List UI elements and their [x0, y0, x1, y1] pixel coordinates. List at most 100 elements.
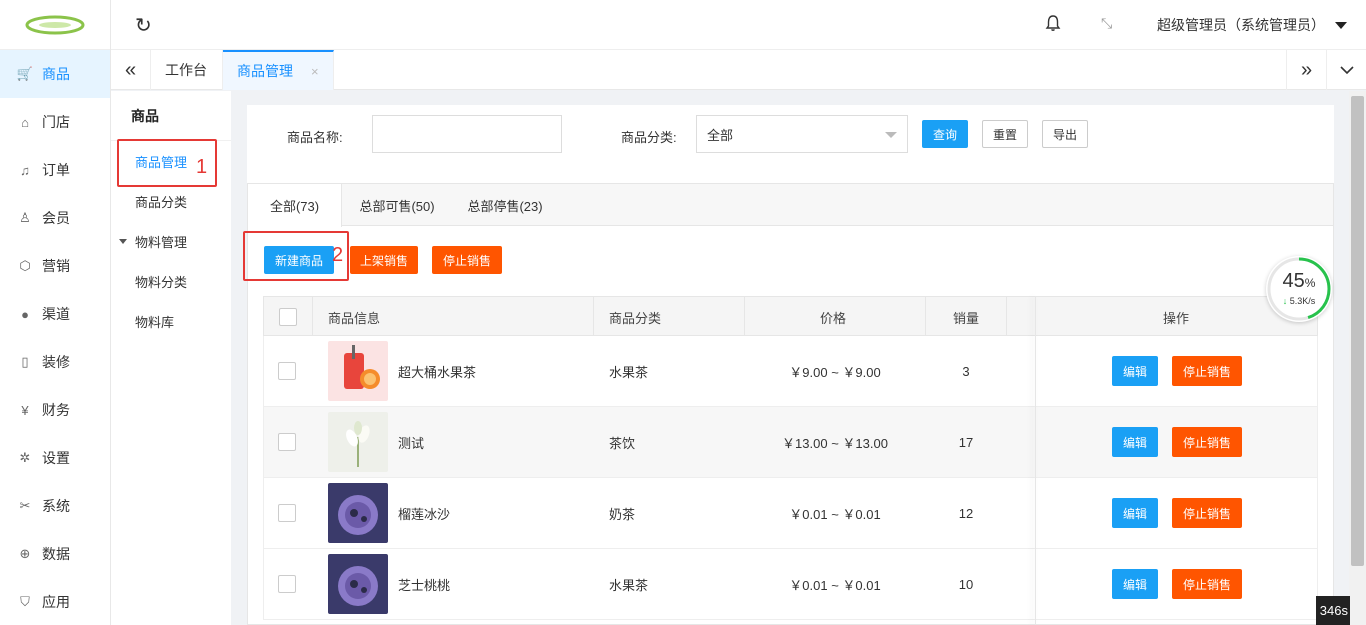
goods-price: ￥0.01 ~ ￥0.01: [789, 506, 881, 522]
goods-category: 水果茶: [609, 577, 649, 593]
rail-item-settings[interactable]: ✲ 设置: [0, 434, 110, 482]
close-icon[interactable]: ×: [311, 64, 319, 79]
goods-sales: 3: [962, 363, 970, 379]
tab-hq-stopped[interactable]: 总部停售(23): [452, 184, 558, 226]
refresh-icon[interactable]: ↻: [135, 13, 152, 38]
subnav-item-material-library[interactable]: 物料库: [111, 301, 231, 341]
tab-label: 工作台: [165, 62, 207, 78]
page-scrollbar-thumb[interactable]: [1351, 96, 1364, 566]
subnav-item-material-category[interactable]: 物料分类: [111, 261, 231, 301]
stop-sale-button[interactable]: 停止销售: [432, 246, 502, 274]
rail-item-finance[interactable]: ¥ 财务: [0, 386, 110, 434]
logo-icon: [25, 15, 85, 34]
fullscreen-icon[interactable]: ⤡: [1101, 15, 1112, 32]
stop-sale-row-button[interactable]: 停止销售: [1172, 498, 1242, 528]
goods-name: 超大桶水果茶: [398, 364, 477, 380]
edit-button[interactable]: 编辑: [1112, 427, 1158, 457]
tab-goods-management[interactable]: 商品管理 ×: [223, 50, 334, 90]
status-tabs: 全部(73) 总部可售(50) 总部停售(23): [248, 184, 1333, 227]
filter-bar: 商品名称: 商品分类: 全部 查询 重置 导出: [247, 105, 1334, 183]
tabs-scroll-left-icon[interactable]: «: [111, 50, 151, 90]
tab-label: 商品管理: [237, 63, 293, 79]
goods-price: ￥9.00 ~ ￥9.00: [789, 364, 881, 380]
stop-sale-row-button[interactable]: 停止销售: [1172, 569, 1242, 599]
rail-item-data[interactable]: ⊕ 数据: [0, 530, 110, 578]
rail-item-label: 应用: [42, 594, 70, 610]
row-checkbox[interactable]: [278, 478, 296, 548]
goods-sales: 12: [958, 505, 974, 521]
goods-sales: 10: [958, 576, 974, 592]
stop-sale-row-button[interactable]: 停止销售: [1172, 427, 1242, 457]
goods-name-label: 商品名称:: [287, 130, 343, 145]
rail-item-members[interactable]: ♙ 会员: [0, 194, 110, 242]
rail-item-label: 会员: [42, 210, 70, 226]
box-icon: ⬡: [19, 258, 31, 273]
reset-button[interactable]: 重置: [982, 120, 1028, 148]
goods-info[interactable]: 榴莲冰沙: [328, 478, 450, 548]
edit-button[interactable]: 编辑: [1112, 356, 1158, 386]
goods-info[interactable]: 超大桶水果茶: [328, 336, 476, 406]
select-all-checkbox[interactable]: [279, 297, 297, 337]
goods-panel: 全部(73) 总部可售(50) 总部停售(23) 新建商品 上架销售 停止销售 …: [247, 183, 1334, 625]
notification-bell-icon[interactable]: [1045, 14, 1061, 35]
header-ops: 操作: [1163, 310, 1190, 326]
cart-icon: 🛒: [16, 66, 34, 81]
rail-item-marketing[interactable]: ⬡ 营销: [0, 242, 110, 290]
edit-button[interactable]: 编辑: [1112, 569, 1158, 599]
row-checkbox[interactable]: [278, 407, 296, 477]
goods-category-select[interactable]: 全部: [696, 115, 908, 153]
network-speed-widget[interactable]: 45% ↓ 5.3K/s: [1266, 256, 1332, 322]
goods-category: 茶饮: [609, 435, 636, 451]
table-header: 商品信息 商品分类 价格 销量 操作: [263, 296, 1318, 336]
subnav-title: 商品: [111, 91, 231, 141]
goods-category: 奶茶: [609, 506, 636, 522]
rail-item-label: 营销: [42, 258, 70, 274]
timer-badge: 346s: [1316, 596, 1350, 625]
page-tabs-bar: « 工作台 商品管理 × »: [111, 50, 1366, 90]
rail-item-channels[interactable]: ● 渠道: [0, 290, 110, 338]
goods-sales: 17: [958, 434, 974, 450]
goods-thumbnail: [328, 341, 388, 401]
rail-item-orders[interactable]: ♫ 订单: [0, 146, 110, 194]
rail-item-goods[interactable]: 🛒 商品: [0, 50, 110, 98]
annotation-number-1: 1: [196, 156, 208, 178]
row-checkbox[interactable]: [278, 336, 296, 406]
goods-info[interactable]: 测试: [328, 407, 424, 477]
main-content: 商品名称: 商品分类: 全部 查询 重置 导出 全部(73) 总部可售(50) …: [247, 105, 1334, 625]
rail-item-system[interactable]: ✂ 系统: [0, 482, 110, 530]
on-sale-button[interactable]: 上架销售: [350, 246, 418, 274]
tabs-scroll-right-icon[interactable]: »: [1286, 50, 1326, 90]
goods-info[interactable]: 芝士桃桃: [328, 549, 450, 619]
tabs-menu-chevron-down-icon[interactable]: [1326, 50, 1366, 90]
rail-item-label: 装修: [42, 354, 70, 370]
subnav-item-label: 物料分类: [135, 274, 188, 290]
rail-item-label: 数据: [42, 546, 70, 562]
export-button[interactable]: 导出: [1042, 120, 1088, 148]
stop-sale-row-button[interactable]: 停止销售: [1172, 356, 1242, 386]
goods-price: ￥13.00 ~ ￥13.00: [782, 435, 888, 451]
goods-category: 水果茶: [609, 364, 649, 380]
tab-workbench[interactable]: 工作台: [151, 50, 223, 90]
table-row: 榴莲冰沙 奶茶 ￥0.01 ~ ￥0.01 12 编辑 停止销售: [263, 478, 1318, 549]
shield-icon: ⛉: [20, 594, 30, 609]
gear-icon: ✲: [19, 450, 31, 465]
speed-percent: 45%: [1282, 270, 1316, 292]
user-menu[interactable]: 超级管理员（系统管理员）: [1157, 15, 1347, 35]
tab-all[interactable]: 全部(73): [248, 184, 342, 227]
goods-name: 榴莲冰沙: [398, 506, 451, 522]
goods-price: ￥0.01 ~ ￥0.01: [789, 577, 881, 593]
goods-name-input[interactable]: [372, 115, 562, 153]
rail-item-label: 订单: [42, 162, 70, 178]
row-checkbox[interactable]: [278, 549, 296, 619]
edit-button[interactable]: 编辑: [1112, 498, 1158, 528]
rail-item-decoration[interactable]: ▯ 装修: [0, 338, 110, 386]
header-sales: 销量: [953, 310, 980, 326]
app-logo[interactable]: [0, 0, 110, 50]
subnav-item-goods-category[interactable]: 商品分类: [111, 181, 231, 221]
rail-item-store[interactable]: ⌂ 门店: [0, 98, 110, 146]
rail-item-label: 渠道: [42, 306, 70, 322]
tab-hq-on-sale[interactable]: 总部可售(50): [344, 184, 450, 226]
rail-item-apps[interactable]: ⛉ 应用: [0, 578, 110, 625]
subnav-group-material-management[interactable]: 物料管理: [111, 221, 231, 261]
query-button[interactable]: 查询: [922, 120, 968, 148]
